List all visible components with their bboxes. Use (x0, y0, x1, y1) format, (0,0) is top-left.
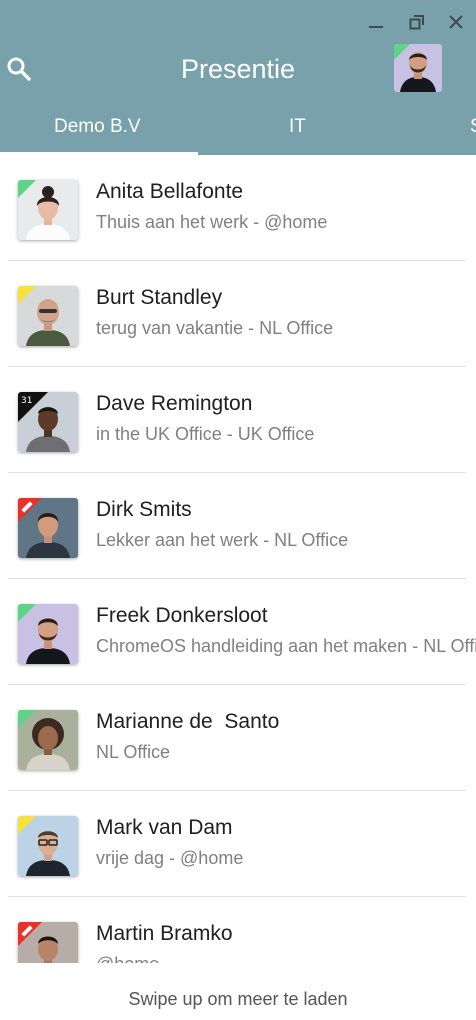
avatar (18, 180, 78, 240)
tab-demo-bv[interactable]: Demo B.V (54, 114, 141, 140)
restore-icon (409, 14, 425, 30)
contact-status: NL Office (96, 742, 171, 762)
list-item[interactable]: Anita Bellafonte Thuis aan het werk - @h… (0, 155, 476, 261)
contact-status: in the UK Office - UK Office (96, 424, 315, 444)
restore-button[interactable] (405, 10, 429, 34)
contact-name: Anita Bellafonte (96, 180, 244, 203)
list-item[interactable]: Marianne de Santo NL Office (0, 685, 476, 791)
avatar (18, 922, 78, 963)
contact-status: Thuis aan het werk - @home (96, 212, 328, 232)
avatar (18, 710, 78, 770)
list-item[interactable]: Burt Standley terug van vakantie - NL Of… (0, 261, 476, 367)
contact-name: Marianne de Santo (96, 710, 280, 733)
list-item[interactable]: Martin Bramko @home (0, 897, 476, 963)
list-item[interactable]: Mark van Dam vrije dag - @home (0, 791, 476, 897)
avatar (18, 816, 78, 876)
contact-status: @home (96, 952, 159, 963)
minimize-icon (368, 14, 384, 30)
contact-name: Mark van Dam (96, 816, 233, 839)
contact-status: Lekker aan het werk - NL Office (96, 530, 349, 550)
list-item[interactable]: 31 Dave Remington in the UK Office - UK … (0, 367, 476, 473)
contact-name: Freek Donkersloot (96, 604, 268, 627)
list-item[interactable]: Dirk Smits Lekker aan het werk - NL Offi… (0, 473, 476, 579)
contact-status: vrije dag - @home (96, 848, 244, 868)
tab-overflow[interactable]: S (470, 114, 476, 140)
avatar: 31 (18, 392, 78, 452)
contact-name: Martin Bramko (96, 922, 233, 945)
calendar-day-label: 31 (21, 396, 32, 406)
app-header: Presentie Demo B.V IT S (0, 0, 476, 155)
minimize-button[interactable] (364, 10, 388, 34)
list-item[interactable]: Freek Donkersloot ChromeOS handleiding a… (0, 579, 476, 685)
contact-status: terug van vakantie - NL Office (96, 318, 334, 338)
tab-it[interactable]: IT (289, 114, 306, 140)
avatar (18, 286, 78, 346)
avatar (18, 604, 78, 664)
contact-name: Dirk Smits (96, 498, 192, 521)
contact-name: Dave Remington (96, 392, 253, 415)
contact-status: ChromeOS handleiding aan het maken - NL … (96, 636, 476, 656)
load-more-hint: Swipe up om meer te laden (128, 989, 348, 1009)
contact-list[interactable]: Anita Bellafonte Thuis aan het werk - @h… (0, 155, 476, 963)
current-user-avatar[interactable] (394, 44, 442, 92)
avatar (18, 498, 78, 558)
close-button[interactable] (444, 10, 468, 34)
contact-name: Burt Standley (96, 286, 223, 309)
close-icon (448, 14, 464, 30)
